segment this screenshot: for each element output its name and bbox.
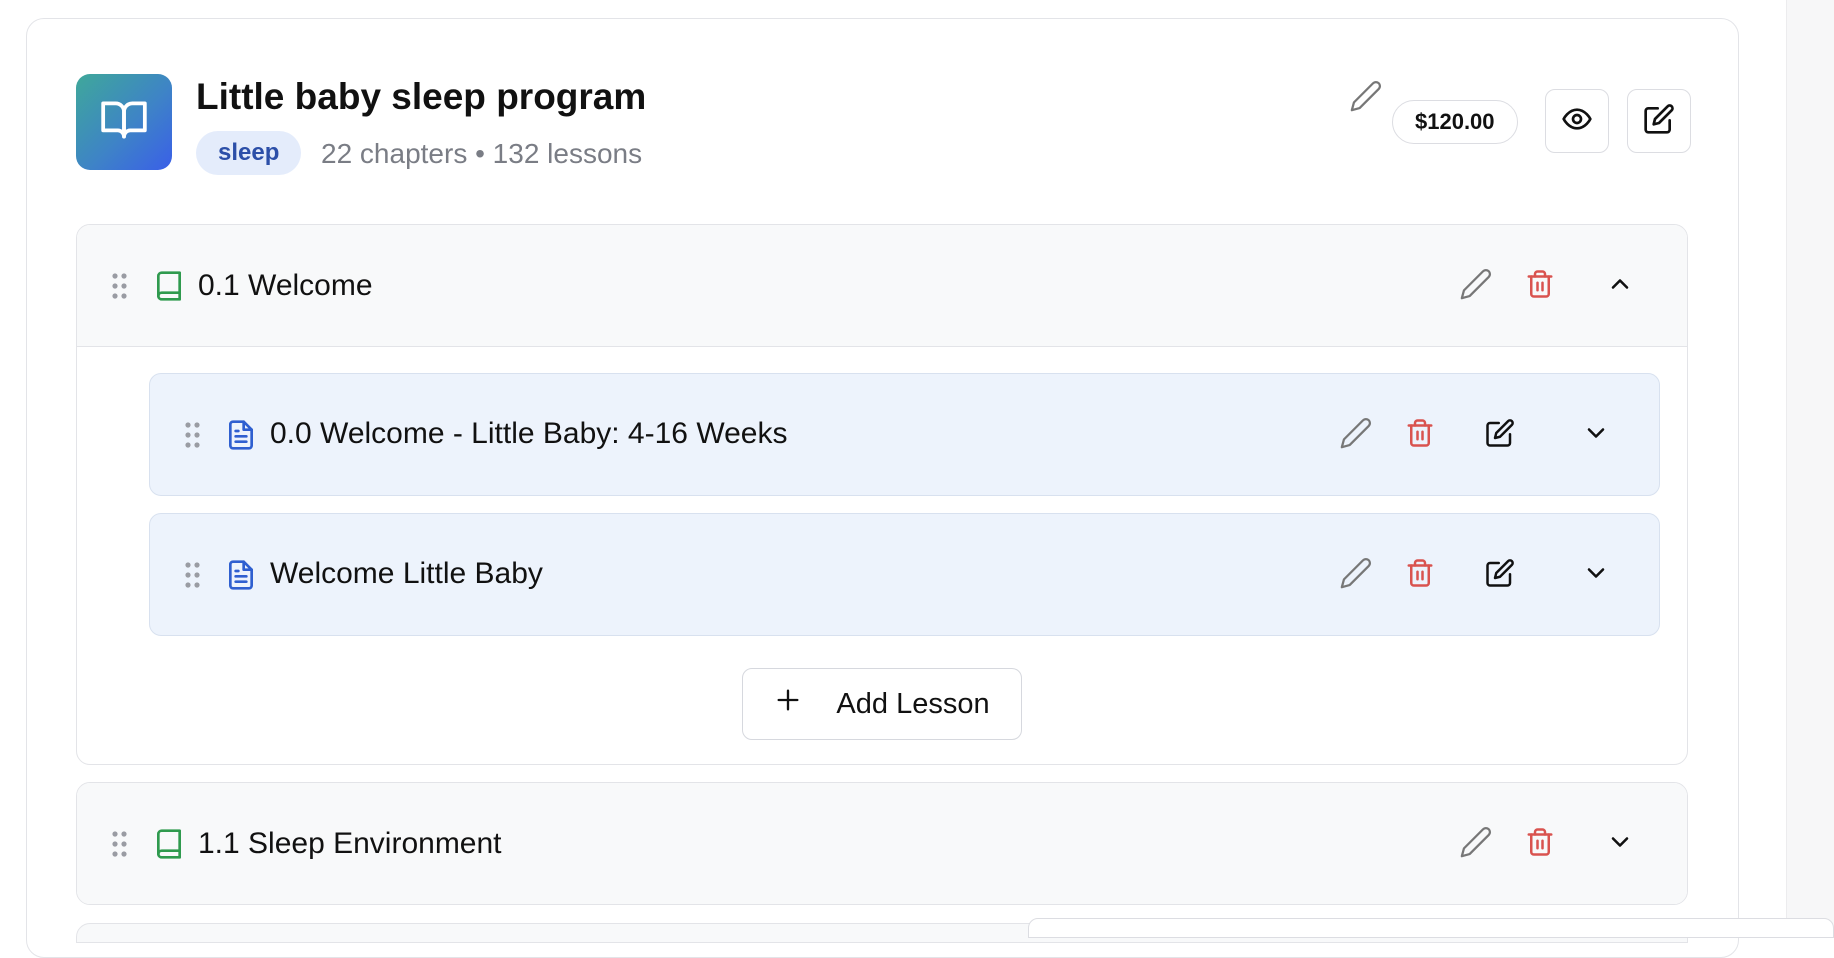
open-book-icon (99, 95, 149, 150)
course-logo (76, 74, 172, 170)
delete-lesson-button[interactable] (1398, 413, 1442, 457)
delete-chapter-button[interactable] (1518, 264, 1562, 308)
expand-lesson-button[interactable] (1574, 413, 1618, 457)
chapter-header[interactable]: 0.1 Welcome (77, 225, 1687, 347)
trash-icon (1525, 269, 1555, 304)
popover-edge (1028, 918, 1834, 938)
rename-lesson-button[interactable] (1334, 553, 1378, 597)
edit-lesson-content-button[interactable] (1478, 413, 1522, 457)
chevron-down-icon (1582, 559, 1610, 592)
lesson-item[interactable]: 0.0 Welcome - Little Baby: 4-16 Weeks (149, 373, 1660, 496)
document-icon (224, 558, 258, 592)
edit-square-icon (1485, 418, 1515, 453)
lesson-title: 0.0 Welcome - Little Baby: 4-16 Weeks (270, 417, 788, 450)
trash-icon (1405, 558, 1435, 593)
rename-chapter-button[interactable] (1454, 264, 1498, 308)
drag-handle-icon[interactable] (110, 829, 130, 859)
eye-icon (1561, 103, 1593, 140)
course-header: Little baby sleep program sleep 22 chapt… (76, 74, 1691, 175)
add-lesson-button[interactable]: Add Lesson (742, 668, 1022, 740)
chevron-down-icon (1606, 828, 1634, 861)
chapter-item: 1.1 Sleep Environment (76, 782, 1688, 905)
lesson-title: Welcome Little Baby (270, 557, 543, 590)
pencil-icon (1459, 825, 1493, 864)
document-icon (224, 418, 258, 452)
pencil-icon (1349, 79, 1383, 118)
category-tag: sleep (196, 131, 302, 175)
preview-button[interactable] (1545, 89, 1609, 153)
trash-icon (1525, 827, 1555, 862)
pencil-icon (1339, 556, 1373, 595)
pencil-icon (1459, 267, 1493, 306)
delete-chapter-button[interactable] (1518, 822, 1562, 866)
edit-title-button[interactable] (1346, 78, 1386, 118)
edit-square-icon (1643, 103, 1675, 140)
book-icon (152, 269, 186, 303)
chapter-title: 1.1 Sleep Environment (198, 827, 502, 860)
add-lesson-label: Add Lesson (836, 687, 990, 720)
right-panel-edge (1786, 0, 1834, 928)
course-title: Little baby sleep program (196, 76, 647, 117)
chapter-item: 0.1 Welcome 0.0 Welcome - Little Baby: 4… (76, 224, 1688, 765)
plus-icon (774, 686, 802, 722)
book-icon (152, 827, 186, 861)
collapse-chapter-button[interactable] (1598, 264, 1642, 308)
lesson-item[interactable]: Welcome Little Baby (149, 513, 1660, 636)
drag-handle-icon[interactable] (183, 420, 203, 450)
chevron-down-icon (1582, 419, 1610, 452)
delete-lesson-button[interactable] (1398, 553, 1442, 597)
rename-lesson-button[interactable] (1334, 413, 1378, 457)
rename-chapter-button[interactable] (1454, 822, 1498, 866)
price-badge[interactable]: $120.00 (1392, 100, 1518, 144)
chapter-header[interactable]: 1.1 Sleep Environment (77, 783, 1687, 904)
edit-lesson-content-button[interactable] (1478, 553, 1522, 597)
trash-icon (1405, 418, 1435, 453)
edit-square-icon (1485, 558, 1515, 593)
chapter-title: 0.1 Welcome (198, 269, 373, 302)
expand-lesson-button[interactable] (1574, 553, 1618, 597)
pencil-icon (1339, 416, 1373, 455)
course-meta: 22 chapters • 132 lessons (321, 138, 643, 169)
drag-handle-icon[interactable] (110, 271, 130, 301)
drag-handle-icon[interactable] (183, 560, 203, 590)
edit-course-button[interactable] (1627, 89, 1691, 153)
chevron-up-icon (1606, 270, 1634, 303)
expand-chapter-button[interactable] (1598, 822, 1642, 866)
